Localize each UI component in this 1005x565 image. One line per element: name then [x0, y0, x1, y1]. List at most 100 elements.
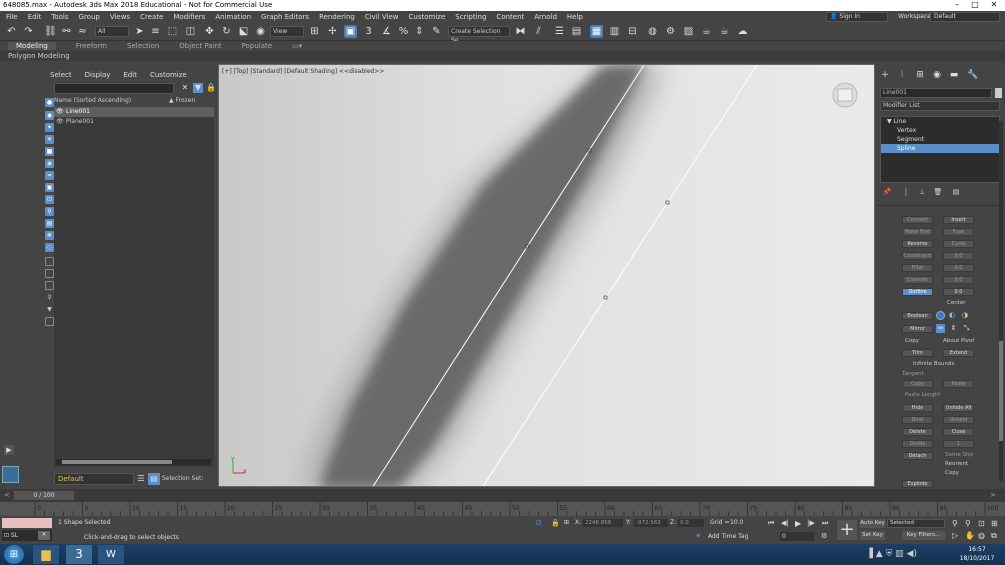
bind-button[interactable]: Bind: [902, 416, 933, 424]
go-to-end-icon[interactable]: ⏭: [822, 519, 828, 528]
horizontal-scrollbar[interactable]: [56, 459, 211, 465]
pan-icon[interactable]: ✋: [965, 531, 975, 540]
edit-named-selection-icon[interactable]: ✎: [430, 25, 443, 38]
menu-animation[interactable]: Animation: [215, 13, 251, 21]
go-to-start-icon[interactable]: ⏮: [768, 519, 774, 528]
menu-arnold[interactable]: Arnold: [534, 13, 557, 21]
maximize-viewport-icon[interactable]: ⧉: [991, 531, 997, 541]
pin-stack-icon[interactable]: 📌: [882, 187, 892, 197]
absolute-mode-icon[interactable]: ⊞: [564, 519, 569, 526]
delete-button[interactable]: Delete: [902, 428, 933, 436]
tab-freeform[interactable]: Freeform: [76, 42, 107, 50]
stack-item-segment[interactable]: Segment: [881, 135, 999, 144]
outline-button[interactable]: Outline: [902, 288, 933, 296]
make-unique-icon[interactable]: ⊥: [917, 187, 927, 197]
filter-icon[interactable]: ▼: [193, 83, 203, 93]
show-end-result-icon[interactable]: ┃: [901, 187, 911, 197]
clock-time[interactable]: 16:57: [955, 546, 999, 553]
mirror-copy-checkbox[interactable]: Copy: [905, 338, 919, 344]
display-helpers-icon[interactable]: ◈: [45, 159, 54, 168]
infinite-bounds-checkbox[interactable]: Infinite Bounds: [913, 361, 954, 367]
selection-filter-dropdown[interactable]: All: [95, 26, 129, 37]
chamfer-button[interactable]: Chamfer: [902, 276, 933, 284]
stack-item-spline[interactable]: Spline: [881, 144, 999, 153]
menu-views[interactable]: Views: [110, 13, 130, 21]
windows-start-icon[interactable]: ⊞: [4, 545, 24, 564]
mirror-both-icon[interactable]: ⤡: [962, 324, 971, 333]
display-bones-icon[interactable]: ⚲: [45, 207, 54, 216]
union-icon[interactable]: [936, 311, 945, 320]
divide-button[interactable]: Divide: [902, 440, 933, 448]
sign-in-dropdown[interactable]: 👤 Sign In: [826, 12, 888, 22]
scene-menu-edit[interactable]: Edit: [123, 71, 137, 79]
select-manipulate-icon[interactable]: ✢: [326, 25, 339, 38]
detach-copy-checkbox[interactable]: Copy: [945, 470, 959, 476]
timeline-ruler[interactable]: 0 5 10 15 20 25 30 35 40 45 50 55 60 65 70 75 80 85 90 95 10…: [0, 502, 1005, 516]
detach-button[interactable]: Detach: [902, 452, 933, 460]
layer-list-icon[interactable]: ☰: [136, 473, 146, 485]
display-lights-icon[interactable]: ☀: [45, 135, 54, 144]
fillet-spinner[interactable]: 0.0: [943, 264, 974, 272]
explode-button[interactable]: Explode: [902, 480, 933, 488]
orbit-icon[interactable]: ◍: [978, 531, 985, 540]
column-name[interactable]: Name (Sorted Ascending): [54, 97, 131, 104]
intersection-icon[interactable]: ◑: [962, 311, 971, 320]
fuse-button[interactable]: Fuse: [943, 228, 974, 236]
same-shape-checkbox[interactable]: Same Shp: [945, 452, 973, 458]
3ds-max-taskbar-icon[interactable]: 3: [66, 545, 92, 564]
angle-snap-icon[interactable]: ∡: [380, 25, 393, 38]
reverse-button[interactable]: Reverse: [902, 240, 933, 248]
scene-explorer-icon[interactable]: ☰: [553, 25, 566, 38]
keyboard-shortcut-override-icon[interactable]: ▣: [344, 25, 357, 38]
selection-set-icon[interactable]: ▤: [148, 473, 160, 485]
menu-customize[interactable]: Customize: [409, 13, 446, 21]
unbind-button[interactable]: Unbind: [943, 416, 974, 424]
x-coordinate-input[interactable]: 2248.868: [583, 519, 623, 527]
menu-civil-view[interactable]: Civil View: [365, 13, 399, 21]
tab-modeling[interactable]: Modeling: [8, 42, 56, 50]
set-keys-icon[interactable]: +: [837, 520, 857, 540]
close-button[interactable]: ✕: [985, 0, 1003, 11]
pivot-center-icon[interactable]: ⊞: [308, 25, 321, 38]
clock-date[interactable]: 18/10/2017: [955, 555, 999, 562]
link-icon[interactable]: ⛓: [44, 25, 57, 38]
fillet-button[interactable]: Fillet: [902, 264, 933, 272]
next-frame-icon[interactable]: |▶: [807, 519, 815, 527]
crossinsert-button[interactable]: CrossInsert: [902, 252, 933, 260]
tab-populate[interactable]: Populate: [242, 42, 272, 50]
object-color-swatch[interactable]: [995, 88, 1002, 98]
extend-button[interactable]: Extend: [943, 349, 974, 357]
zoom-all-icon[interactable]: ⚲: [965, 519, 971, 528]
tab-object-paint[interactable]: Object Paint: [179, 42, 221, 50]
schematic-view-icon[interactable]: ⊟: [626, 25, 639, 38]
placement-icon[interactable]: ◉: [254, 25, 267, 38]
scene-menu-select[interactable]: Select: [50, 71, 72, 79]
y-coordinate-input[interactable]: -972.563: [634, 519, 668, 527]
display-geometry-icon[interactable]: ◆: [45, 111, 54, 120]
previous-frame-icon[interactable]: ◀|: [781, 519, 789, 527]
viewcube-face[interactable]: [837, 88, 853, 102]
time-tag-icon[interactable]: ◈: [696, 532, 701, 539]
unhide-all-button[interactable]: Unhide All: [943, 404, 974, 412]
subtraction-icon[interactable]: ◐: [949, 311, 958, 320]
visibility-eye-icon[interactable]: 👁: [56, 107, 64, 117]
command-panel-scrollbar[interactable]: [999, 121, 1003, 481]
display-invert-icon[interactable]: [45, 269, 54, 278]
mirror-vertical-icon[interactable]: ⇕: [949, 324, 958, 333]
move-icon[interactable]: ✥: [203, 25, 216, 38]
stack-item-line[interactable]: ▼ Line: [881, 117, 999, 126]
display-containers-icon[interactable]: ▤: [45, 219, 54, 228]
remove-modifier-icon[interactable]: 🗑: [933, 187, 943, 197]
menu-edit[interactable]: Edit: [28, 13, 42, 21]
cycle-button[interactable]: Cycle: [943, 240, 974, 248]
modifier-list-dropdown[interactable]: Modifier List: [880, 101, 1000, 111]
trim-button[interactable]: Trim: [902, 349, 933, 357]
menu-group[interactable]: Group: [79, 13, 100, 21]
viewport-label[interactable]: [+] [Top] [Standard] [Default Shading] <…: [222, 68, 384, 75]
display-none2-icon[interactable]: [45, 281, 54, 290]
filter-selected-icon[interactable]: ▼: [45, 305, 54, 314]
file-explorer-icon[interactable]: ▆: [33, 545, 59, 564]
display-cameras-icon[interactable]: ■: [45, 147, 54, 156]
play-icon[interactable]: ▶: [795, 519, 801, 528]
column-frozen[interactable]: ▲ Frozen: [169, 97, 195, 104]
